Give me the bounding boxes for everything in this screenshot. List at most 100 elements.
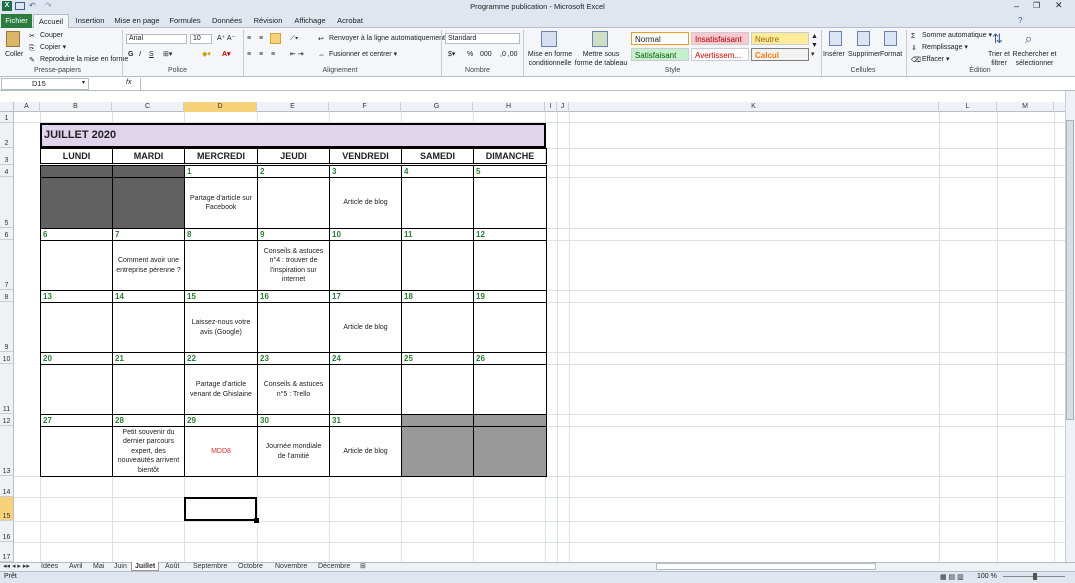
event-cell[interactable] xyxy=(40,177,113,229)
event-cell[interactable]: Petit souvenir du dernier parcours exper… xyxy=(112,426,185,477)
wrap-text-button[interactable]: ↩ Renvoyer à la ligne automatiquement xyxy=(318,34,445,44)
clear-button[interactable]: ⌫Effacer ▾ xyxy=(911,55,950,65)
event-cell[interactable]: Article de blog xyxy=(329,177,402,229)
sort-filter-button[interactable]: Trier et filtrer xyxy=(986,50,1012,68)
col-header-i[interactable]: I xyxy=(545,102,557,112)
event-cell[interactable] xyxy=(473,364,547,415)
format-button[interactable]: Format xyxy=(880,50,902,59)
font-size-select[interactable]: 10 xyxy=(190,34,212,44)
grow-font-icon[interactable]: A⁺ A⁻ xyxy=(217,34,235,43)
event-cell[interactable] xyxy=(257,177,330,229)
event-cell[interactable] xyxy=(40,364,113,415)
event-cell[interactable]: Conseils & astuces n°4 : trouver de l'in… xyxy=(257,240,330,291)
event-cell[interactable] xyxy=(329,364,402,415)
row-header-2[interactable]: 2 xyxy=(0,123,14,148)
currency-icon[interactable]: $▾ xyxy=(448,50,455,59)
event-cell[interactable] xyxy=(401,240,474,291)
sheet-tab[interactable]: Septembre xyxy=(190,562,230,571)
sheet-tab[interactable]: Juillet xyxy=(131,562,160,571)
align-bottom-icon[interactable] xyxy=(270,33,281,44)
event-cell[interactable] xyxy=(40,240,113,291)
orientation-icon[interactable]: ⟋▾ xyxy=(290,34,298,43)
styles-more-icon[interactable]: ▲ ▼ ▾ xyxy=(811,32,818,59)
tab-formules[interactable]: Formules xyxy=(166,14,204,28)
row-header-14[interactable]: 14 xyxy=(0,476,14,497)
row-header-10[interactable]: 10 xyxy=(0,352,14,364)
align-right-icon[interactable]: ≡ xyxy=(271,50,275,59)
event-cell[interactable] xyxy=(401,302,474,353)
row-header-4[interactable]: 4 xyxy=(0,165,14,177)
event-cell[interactable]: Journée mondiale de l'amitié xyxy=(257,426,330,477)
event-cell[interactable]: Article de blog xyxy=(329,426,402,477)
close-icon[interactable]: ✕ xyxy=(1055,0,1063,11)
borders-icon[interactable]: ⊞▾ xyxy=(163,50,172,59)
col-header-c[interactable]: C xyxy=(112,102,184,112)
event-cell[interactable] xyxy=(473,302,547,353)
name-box[interactable]: D15 xyxy=(1,78,89,90)
sheet-tab[interactable]: Idées xyxy=(38,562,61,571)
align-left-icon[interactable]: ≡ xyxy=(247,50,251,59)
find-select-icon[interactable]: ⌕ xyxy=(1025,31,1032,47)
event-cell[interactable] xyxy=(473,240,547,291)
align-center-icon[interactable]: ≡ xyxy=(259,50,263,59)
event-cell[interactable] xyxy=(112,177,185,229)
row-header-12[interactable]: 12 xyxy=(0,414,14,426)
format-painter-button[interactable]: ✎ Reproduire la mise en forme xyxy=(29,55,128,65)
copy-button[interactable]: ⎘ Copier ▾ xyxy=(29,43,66,53)
row-header-5[interactable]: 5 xyxy=(0,177,14,228)
restore-icon[interactable]: ❐ xyxy=(1033,1,1040,10)
event-cell[interactable] xyxy=(473,177,547,229)
paste-icon[interactable] xyxy=(6,31,20,47)
view-buttons-icon[interactable]: ▦ ▤ ▥ xyxy=(940,573,964,581)
row-header-15[interactable]: 15 xyxy=(0,497,14,521)
event-cell[interactable] xyxy=(401,426,474,477)
fill-handle[interactable] xyxy=(254,518,259,523)
conditional-format-icon[interactable] xyxy=(541,31,557,47)
indent-icon[interactable]: ⇤ ⇥ xyxy=(290,50,304,59)
tab-donnees[interactable]: Données xyxy=(208,14,246,28)
vertical-scroll-thumb[interactable] xyxy=(1066,120,1074,420)
tab-revision[interactable]: Révision xyxy=(250,14,286,28)
italic-button[interactable]: I xyxy=(139,50,141,59)
tab-fichier[interactable]: Fichier xyxy=(1,14,32,28)
insert-cells-icon[interactable] xyxy=(829,31,842,46)
event-cell[interactable]: Article de blog xyxy=(329,302,402,353)
col-header-e[interactable]: E xyxy=(257,102,329,112)
sheet-tab[interactable]: Avril xyxy=(66,562,85,571)
col-header-j[interactable]: J xyxy=(557,102,569,112)
style-neutre[interactable]: Neutre xyxy=(751,32,809,45)
style-normal[interactable]: Normal xyxy=(631,32,689,45)
tab-mise-en-page[interactable]: Mise en page xyxy=(112,14,162,28)
row-header-16[interactable]: 16 xyxy=(0,521,14,542)
font-name-select[interactable]: Arial xyxy=(126,34,187,44)
event-cell[interactable] xyxy=(473,426,547,477)
event-cell[interactable] xyxy=(40,302,113,353)
row-header-8[interactable]: 8 xyxy=(0,290,14,302)
event-cell[interactable]: Partage d'article venant de Ghislaine xyxy=(184,364,258,415)
zoom-slider-thumb[interactable] xyxy=(1033,573,1037,580)
sheet-tab[interactable]: Juin xyxy=(111,562,130,571)
row-header-13[interactable]: 13 xyxy=(0,426,14,476)
sheet-tab[interactable]: Novembre xyxy=(272,562,310,571)
event-cell[interactable] xyxy=(401,177,474,229)
percent-icon[interactable]: % xyxy=(467,50,473,59)
new-sheet-icon[interactable]: ⊞ xyxy=(360,562,366,571)
event-cell[interactable] xyxy=(257,302,330,353)
event-cell[interactable]: Partage d'article sur Facebook xyxy=(184,177,258,229)
delete-button[interactable]: Supprimer xyxy=(848,50,880,59)
row-header-11[interactable]: 11 xyxy=(0,364,14,414)
style-insatisfaisant[interactable]: Insatisfaisant xyxy=(691,32,749,45)
table-format-icon[interactable] xyxy=(592,31,608,47)
col-header-g[interactable]: G xyxy=(401,102,473,112)
fill-color-icon[interactable]: ◆▾ xyxy=(202,50,211,59)
col-header-f[interactable]: F xyxy=(329,102,401,112)
delete-cells-icon[interactable] xyxy=(857,31,870,46)
event-cell[interactable]: MDD8 xyxy=(184,426,258,477)
underline-button[interactable]: S xyxy=(149,50,154,59)
decimal-icon[interactable]: ,0 ,00 xyxy=(500,50,518,59)
row-header-17[interactable]: 17 xyxy=(0,542,14,562)
event-cell[interactable] xyxy=(184,240,258,291)
fill-button[interactable]: ⇓ Remplissage ▾ xyxy=(911,43,968,53)
event-cell[interactable]: Conseils & astuces n°5 : Trello xyxy=(257,364,330,415)
col-header-l[interactable]: L xyxy=(939,102,997,112)
